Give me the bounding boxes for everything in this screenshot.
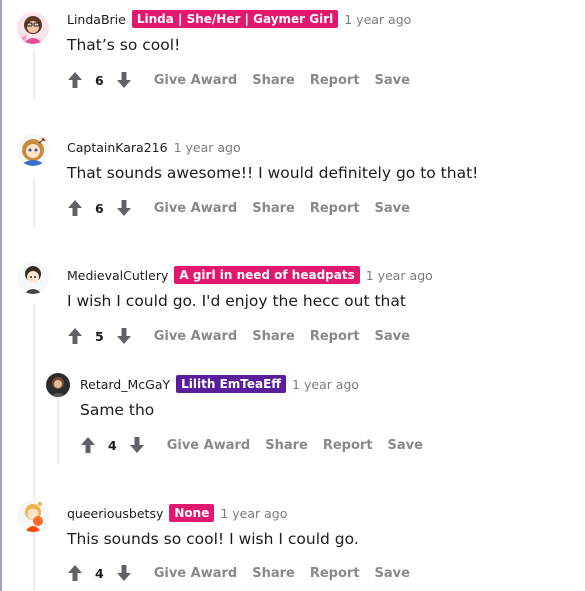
give-award-button[interactable]: Give Award [154,566,238,581]
vote-count: 4 [108,437,117,453]
comment-body: Same tho [80,401,155,419]
username[interactable]: queeriousbetsy [67,506,163,521]
give-award-button[interactable]: Give Award [167,438,251,453]
username[interactable]: MedievalCutlery [67,268,168,283]
thread-indent-rule[interactable] [0,0,2,591]
save-button[interactable]: Save [375,73,410,88]
timestamp[interactable]: 1 year ago [344,12,411,27]
give-award-button[interactable]: Give Award [154,73,238,88]
thread-line[interactable] [33,178,35,228]
username[interactable]: CaptainKara216 [67,140,168,155]
share-button[interactable]: Share [252,201,295,216]
report-button[interactable]: Report [310,73,360,88]
report-button[interactable]: Report [323,438,373,453]
user-flair: Linda | She/Her | Gaymer Girl [131,10,339,28]
report-button[interactable]: Report [310,566,360,581]
upvote-arrow-icon[interactable] [67,71,83,89]
timestamp[interactable]: 1 year ago [292,377,359,392]
downvote-arrow-icon[interactable] [116,564,132,582]
upvote-arrow-icon[interactable] [67,199,83,217]
avatar[interactable] [46,373,70,397]
timestamp[interactable]: 1 year ago [220,506,287,521]
give-award-button[interactable]: Give Award [154,329,238,344]
vote-count: 6 [95,200,104,216]
downvote-arrow-icon[interactable] [129,436,145,454]
report-button[interactable]: Report [310,201,360,216]
downvote-arrow-icon[interactable] [116,199,132,217]
avatar[interactable] [17,12,49,44]
user-flair: A girl in need of headpats [174,266,360,284]
downvote-arrow-icon[interactable] [116,71,132,89]
give-award-button[interactable]: Give Award [154,201,238,216]
timestamp[interactable]: 1 year ago [366,268,433,283]
user-avatar-icon [17,500,49,532]
vote-count: 5 [95,328,104,344]
avatar[interactable] [17,500,49,532]
downvote-arrow-icon[interactable] [116,327,132,345]
user-avatar-icon [17,262,49,294]
share-button[interactable]: Share [252,329,295,344]
thread-line[interactable] [33,50,35,100]
avatar[interactable] [17,134,49,166]
save-button[interactable]: Save [375,329,410,344]
user-flair: Lilith EmTeaEff [176,375,287,393]
comment-body: That sounds awesome!! I would definitely… [67,164,479,182]
vote-count: 4 [95,565,104,581]
save-button[interactable]: Save [388,438,423,453]
avatar[interactable] [17,262,49,294]
share-button[interactable]: Share [265,438,308,453]
thread-line[interactable] [57,398,59,464]
user-avatar-icon [17,134,49,166]
thread-line[interactable] [33,540,35,591]
save-button[interactable]: Save [375,201,410,216]
comment-body: This sounds so cool! I wish I could go. [67,530,359,548]
comment-body: I wish I could go. I'd enjoy the hecc ou… [67,292,406,310]
upvote-arrow-icon[interactable] [80,436,96,454]
user-avatar-icon [17,12,49,44]
vote-count: 6 [95,72,104,88]
username[interactable]: LindaBrie [67,12,126,27]
comment-body: That’s so cool! [67,36,181,54]
upvote-arrow-icon[interactable] [67,564,83,582]
share-button[interactable]: Share [252,73,295,88]
user-flair: None [169,504,215,522]
username[interactable]: Retard_McGaY [80,377,170,392]
user-avatar-icon [46,373,70,397]
save-button[interactable]: Save [375,566,410,581]
report-button[interactable]: Report [310,329,360,344]
upvote-arrow-icon[interactable] [67,327,83,345]
share-button[interactable]: Share [252,566,295,581]
timestamp[interactable]: 1 year ago [174,140,241,155]
